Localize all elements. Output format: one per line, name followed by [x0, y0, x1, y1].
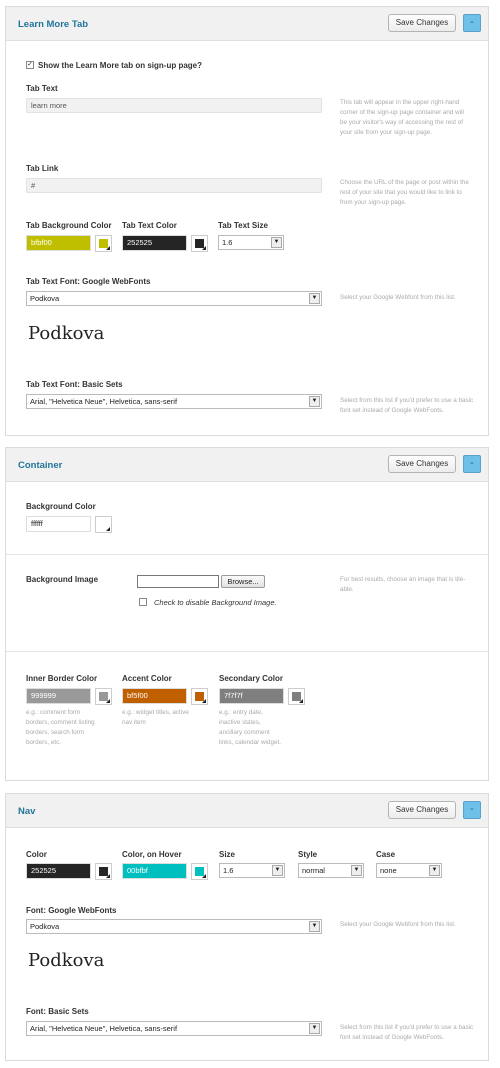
nav-webfont-select[interactable]: Podkova ▼ — [26, 919, 322, 934]
tab-text-input[interactable]: learn more — [26, 98, 322, 113]
tab-text-color-input[interactable]: 252525 — [122, 235, 187, 251]
chevron-down-icon: ▼ — [309, 1023, 320, 1034]
secondary-help: e.g.: entry date, inactive states, ancil… — [219, 709, 281, 746]
disable-bg-checkbox[interactable] — [139, 598, 147, 606]
color-picker-icon[interactable] — [191, 688, 208, 705]
nav-basic-font-help: Select from this list if you'd prefer to… — [340, 1024, 474, 1041]
container-panel: Container Save Changes - Background Colo… — [5, 447, 489, 781]
accent-label: Accent Color — [122, 674, 172, 683]
tab-bg-color-input[interactable]: bfbf00 — [26, 235, 91, 251]
divider — [6, 554, 488, 555]
panel-title: Learn More Tab — [18, 19, 89, 30]
panel-header: Learn More Tab Save Changes - — [6, 7, 488, 41]
collapse-button[interactable]: - — [463, 801, 481, 819]
color-picker-icon[interactable] — [288, 688, 305, 705]
webfont-select[interactable]: Podkova ▼ — [26, 291, 322, 306]
minus-icon: - — [470, 457, 474, 469]
nav-webfont-help: Select your Google Webfont from this lis… — [340, 921, 456, 928]
chevron-down-icon: ▼ — [309, 396, 320, 407]
chevron-down-icon: ▼ — [309, 293, 320, 304]
color-picker-icon[interactable] — [95, 688, 112, 705]
save-button[interactable]: Save Changes — [388, 14, 456, 32]
inner-border-label: Inner Border Color — [26, 674, 98, 683]
color-picker-icon[interactable] — [191, 863, 208, 880]
panel-title: Nav — [18, 806, 36, 817]
nav-size-label: Size — [219, 850, 236, 859]
minus-icon: - — [470, 803, 474, 815]
chevron-down-icon: ▼ — [272, 865, 283, 876]
basic-font-help: Select from this list if you'd prefer to… — [340, 397, 474, 414]
inner-border-help: e.g.: comment form borders, comment list… — [26, 709, 95, 746]
bg-image-file-input[interactable] — [137, 575, 219, 588]
webfont-label: Tab Text Font: Google WebFonts — [26, 277, 151, 286]
nav-hover-input[interactable]: 00bfbf — [122, 863, 187, 879]
tab-text-label: Tab Text — [26, 84, 58, 93]
chevron-down-icon: ▼ — [309, 921, 320, 932]
bg-color-label: Background Color — [26, 502, 96, 511]
color-picker-icon[interactable] — [191, 235, 208, 252]
minus-icon: - — [470, 16, 474, 28]
save-button[interactable]: Save Changes — [388, 801, 456, 819]
chevron-down-icon: ▼ — [271, 237, 282, 248]
panel-header: Nav Save Changes - — [6, 794, 488, 828]
webfont-preview: Podkova — [28, 323, 105, 344]
chevron-down-icon: ▼ — [429, 865, 440, 876]
collapse-button[interactable]: - — [463, 455, 481, 473]
webfont-help: Select your Google Webfont from this lis… — [340, 294, 456, 301]
tab-link-label: Tab Link — [26, 164, 59, 173]
save-button[interactable]: Save Changes — [388, 455, 456, 473]
nav-color-label: Color — [26, 850, 47, 859]
learn-more-panel: Learn More Tab Save Changes - ✓ Show the… — [5, 6, 489, 436]
tab-link-input[interactable]: # — [26, 178, 322, 193]
checkmark-icon: ✓ — [27, 61, 33, 68]
bg-image-help: For best results, choose an image that i… — [340, 576, 466, 593]
tab-bg-color-label: Tab Background Color — [26, 221, 112, 230]
nav-style-label: Style — [298, 850, 318, 859]
collapse-button[interactable]: - — [463, 14, 481, 32]
basic-font-label: Tab Text Font: Basic Sets — [26, 380, 123, 389]
tab-text-size-label: Tab Text Size — [218, 221, 268, 230]
tab-text-help: This tab will appear in the upper right-… — [340, 99, 464, 136]
color-picker-icon[interactable] — [95, 863, 112, 880]
inner-border-input[interactable]: 999999 — [26, 688, 91, 704]
accent-help: e.g.: widget titles, active nav item — [122, 709, 189, 726]
nav-basic-font-select[interactable]: Arial, "Helvetica Neue", Helvetica, sans… — [26, 1021, 322, 1036]
secondary-label: Secondary Color — [219, 674, 284, 683]
nav-case-label: Case — [376, 850, 396, 859]
divider — [6, 651, 488, 652]
bg-color-input[interactable]: ffffff — [26, 516, 91, 532]
show-tab-label: Show the Learn More tab on sign-up page? — [38, 61, 203, 70]
nav-size-select[interactable]: 1.6 ▼ — [219, 863, 285, 878]
tab-text-color-label: Tab Text Color — [122, 221, 177, 230]
nav-basic-font-label: Font: Basic Sets — [26, 1007, 89, 1016]
basic-font-select[interactable]: Arial, "Helvetica Neue", Helvetica, sans… — [26, 394, 322, 409]
show-tab-checkbox[interactable]: ✓ — [26, 61, 34, 69]
nav-color-input[interactable]: 252525 — [26, 863, 91, 879]
browse-button[interactable]: Browse... — [221, 575, 265, 588]
panel-title: Container — [18, 460, 63, 471]
accent-input[interactable]: bf5f00 — [122, 688, 187, 704]
nav-style-select[interactable]: normal ▼ — [298, 863, 364, 878]
tab-link-help: Choose the URL of the page or post withi… — [340, 179, 469, 206]
disable-bg-label: Check to disable Background Image. — [154, 598, 277, 607]
bg-image-label: Background Image — [26, 575, 99, 584]
tab-text-size-select[interactable]: 1.6 ▼ — [218, 235, 284, 250]
nav-case-select[interactable]: none ▼ — [376, 863, 442, 878]
nav-hover-label: Color, on Hover — [122, 850, 182, 859]
nav-webfont-preview: Podkova — [28, 950, 105, 971]
panel-header: Container Save Changes - — [6, 448, 488, 482]
nav-panel: Nav Save Changes - Color 252525 Color, o… — [5, 793, 489, 1061]
chevron-down-icon: ▼ — [351, 865, 362, 876]
color-picker-icon[interactable] — [95, 516, 112, 533]
secondary-input[interactable]: 7f7f7f — [219, 688, 284, 704]
color-picker-icon[interactable] — [95, 235, 112, 252]
nav-webfont-label: Font: Google WebFonts — [26, 906, 117, 915]
